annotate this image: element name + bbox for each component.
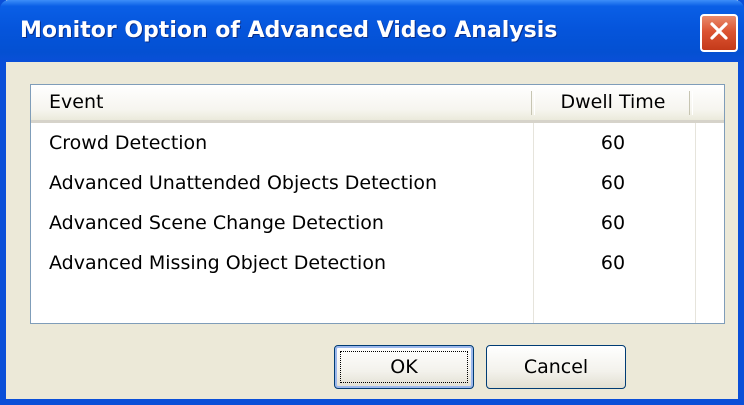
cancel-button[interactable]: Cancel bbox=[486, 345, 626, 389]
list-row[interactable]: Advanced Scene Change Detection 60 bbox=[31, 203, 724, 243]
close-button[interactable] bbox=[700, 14, 738, 52]
column-header-event[interactable]: Event bbox=[49, 85, 103, 120]
close-x-icon bbox=[708, 20, 730, 46]
event-name: Advanced Unattended Objects Detection bbox=[49, 172, 438, 194]
dwell-time-value[interactable]: 60 bbox=[533, 203, 693, 243]
column-header-dwell-time[interactable]: Dwell Time bbox=[533, 85, 693, 120]
focus-ring bbox=[340, 351, 468, 383]
ok-button[interactable]: OK bbox=[334, 345, 474, 389]
cancel-button-label: Cancel bbox=[523, 356, 589, 378]
dwell-time-value[interactable]: 60 bbox=[533, 243, 693, 283]
event-name: Advanced Missing Object Detection bbox=[49, 252, 386, 274]
list-row[interactable]: Advanced Unattended Objects Detection 60 bbox=[31, 163, 724, 203]
window-title: Monitor Option of Advanced Video Analysi… bbox=[20, 18, 558, 43]
column-divider[interactable] bbox=[689, 91, 693, 115]
dialog-window: Monitor Option of Advanced Video Analysi… bbox=[0, 0, 744, 405]
dwell-time-value[interactable]: 60 bbox=[533, 123, 693, 163]
event-name: Crowd Detection bbox=[49, 132, 208, 154]
event-name: Advanced Scene Change Detection bbox=[49, 212, 384, 234]
list-row[interactable]: Advanced Missing Object Detection 60 bbox=[31, 243, 724, 283]
list-row-empty[interactable] bbox=[31, 283, 724, 323]
dwell-time-value[interactable]: 60 bbox=[533, 163, 693, 203]
list-header: Event Dwell Time bbox=[31, 85, 724, 123]
event-list[interactable]: Event Dwell Time Crowd Detection 60 Adva… bbox=[30, 84, 725, 324]
list-row[interactable]: Crowd Detection 60 bbox=[31, 123, 724, 163]
title-bar[interactable]: Monitor Option of Advanced Video Analysi… bbox=[0, 0, 744, 62]
